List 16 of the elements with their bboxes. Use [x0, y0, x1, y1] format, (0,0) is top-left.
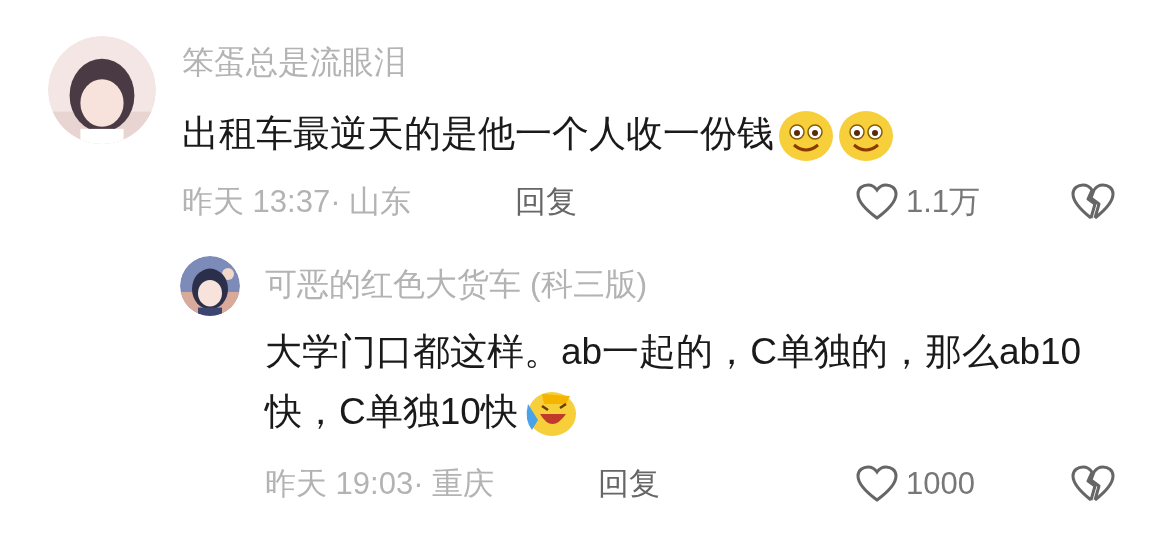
like-count: 1.1万: [906, 182, 981, 221]
broken-heart-icon[interactable]: [1071, 465, 1115, 503]
smiley-icon: [778, 110, 834, 163]
reply-button[interactable]: 回复: [515, 178, 577, 226]
broken-heart-icon[interactable]: [1071, 183, 1115, 221]
smiley-icon: [838, 110, 894, 163]
like-count: 1000: [906, 464, 975, 503]
comment-text: 出租车最逆天的是他一个人收一份钱: [182, 104, 894, 164]
timestamp: 昨天 19:03· 重庆: [265, 464, 496, 503]
heart-icon[interactable]: [856, 183, 898, 221]
heart-icon[interactable]: [856, 465, 898, 503]
timestamp: 昨天 13:37· 山东: [182, 182, 413, 221]
username: 可恶的红色大货车 (科三版): [265, 265, 649, 304]
comment-text: 大学门口都这样。ab一起的，C单独的，那么ab10快，C单独10快: [265, 322, 1095, 442]
reply-button[interactable]: 回复: [598, 460, 660, 508]
username: 笨蛋总是流眼泪: [182, 43, 407, 82]
